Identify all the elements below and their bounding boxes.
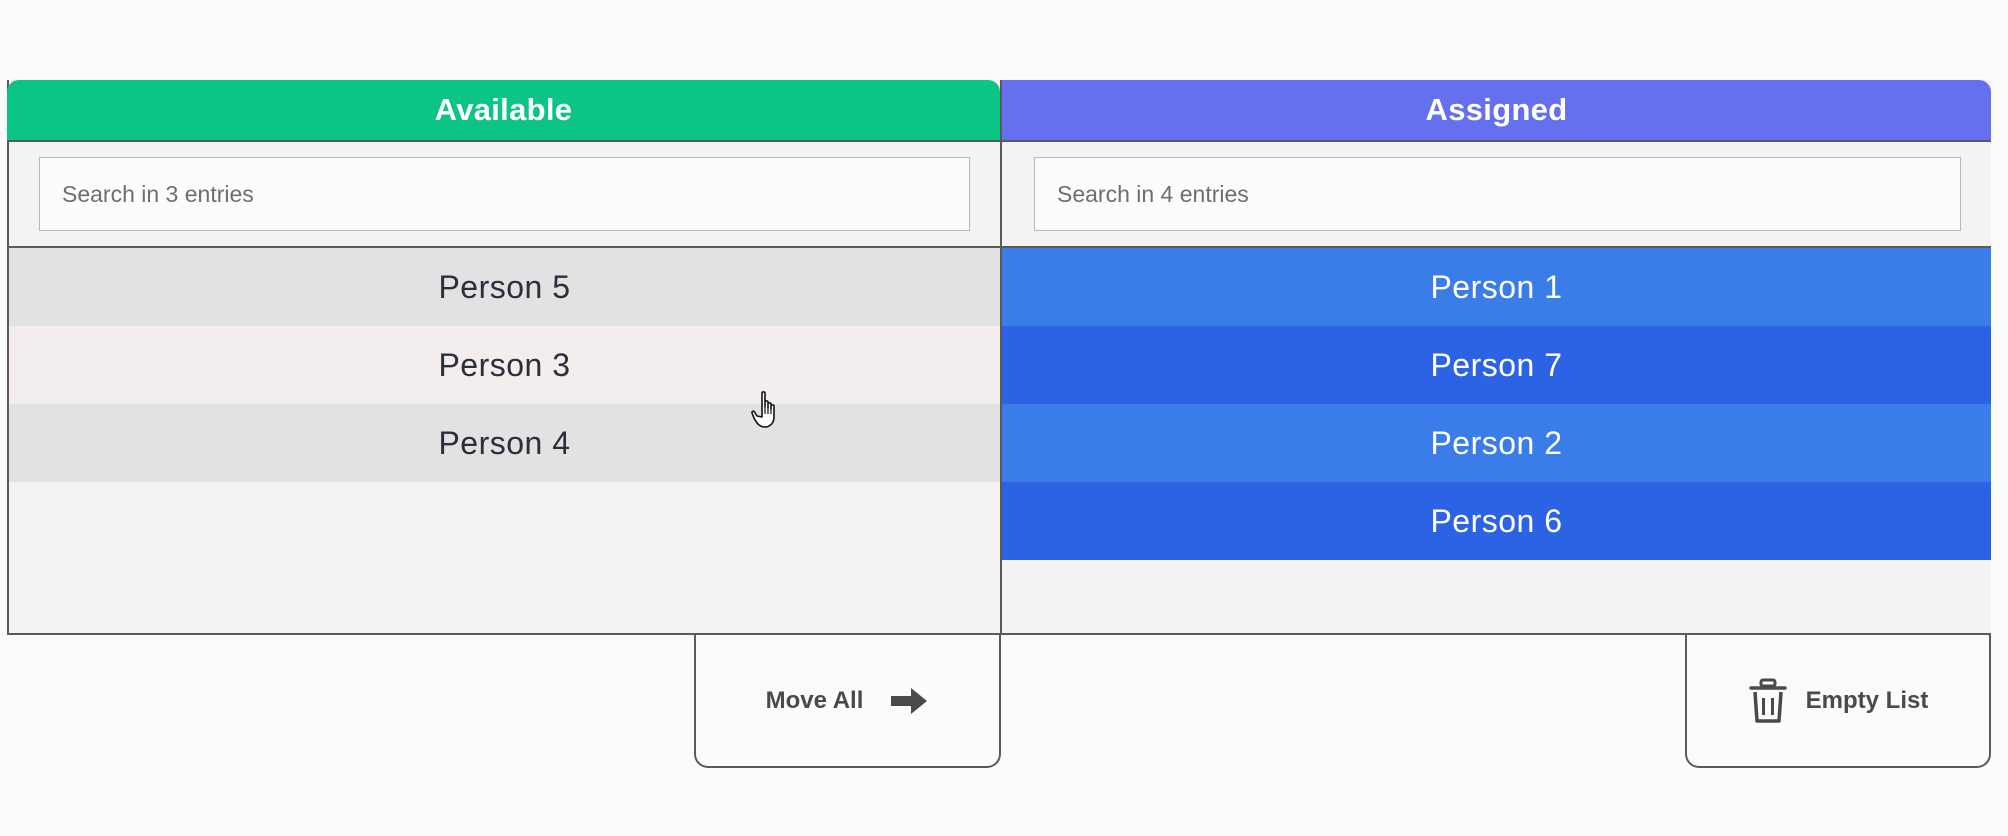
available-list-item[interactable]: Person 3 (9, 326, 1000, 404)
move-all-button[interactable]: Move All (694, 635, 1001, 768)
assigned-list-item[interactable]: Person 7 (1002, 326, 1991, 404)
available-panel: Available Person 5 Person 3 Person 4 (7, 80, 1001, 635)
available-list-item[interactable]: Person 4 (9, 404, 1000, 482)
move-all-label: Move All (765, 686, 864, 714)
available-list: Person 5 Person 3 Person 4 (9, 248, 1000, 482)
dual-listbox: Available Person 5 Person 3 Person 4 Ass… (7, 80, 1991, 768)
trash-icon (1748, 678, 1788, 724)
available-search-input[interactable] (39, 157, 970, 231)
available-search-area (9, 142, 1000, 248)
empty-list-label: Empty List (1805, 686, 1929, 714)
assigned-list: Person 1 Person 7 Person 2 Person 6 (1002, 248, 1991, 560)
available-header: Available (7, 80, 1000, 142)
assigned-search-input[interactable] (1034, 157, 1961, 231)
assigned-list-item[interactable]: Person 6 (1002, 482, 1991, 560)
assigned-search-area (1002, 142, 1991, 248)
hand-pointer-cursor-icon (751, 390, 787, 430)
assigned-list-item[interactable]: Person 2 (1002, 404, 1991, 482)
available-list-item[interactable]: Person 5 (9, 248, 1000, 326)
assigned-panel: Assigned Person 1 Person 7 Person 2 Pers… (1001, 80, 1991, 635)
arrow-right-icon (889, 686, 929, 716)
empty-list-button[interactable]: Empty List (1685, 635, 1991, 768)
assigned-header: Assigned (1002, 80, 1991, 142)
assigned-list-item[interactable]: Person 1 (1002, 248, 1991, 326)
